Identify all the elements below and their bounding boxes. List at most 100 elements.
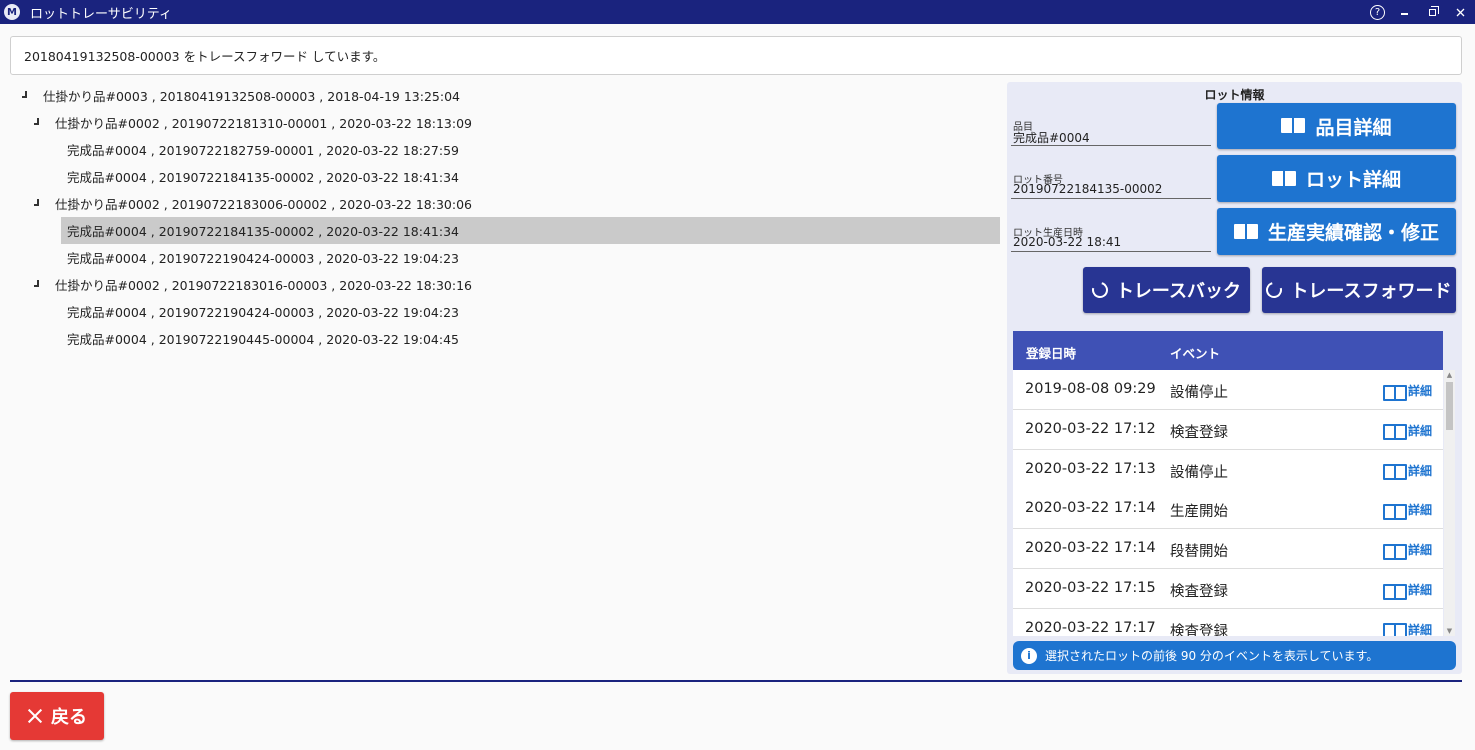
status-message: 20180419132508-00003 をトレースフォワード しています。 [24,49,386,64]
event-row[interactable]: 2020-03-22 17:14 段替開始 詳細 [1013,529,1443,570]
tree-node-label: 仕掛かり品#0002 , 20190722183006-00002 , 2020… [55,197,472,212]
event-info-bar: i 選択されたロットの前後 90 分のイベントを表示しています。 [1013,641,1456,670]
event-name: 検査登録 [1170,584,1228,600]
event-table-header: 登録日時 イベント [1013,331,1443,370]
trace-forward-label: トレースフォワード [1290,281,1452,302]
tree-node[interactable]: 完成品#0004 , 20190722190424-00003 , 2020-0… [10,244,1000,271]
lot-tree: 仕掛かり品#0003 , 20180419132508-00003 , 2018… [10,82,1002,362]
tree-node[interactable]: 仕掛かり品#0002 , 20190722183016-00003 , 2020… [10,271,1000,298]
book-icon [1383,583,1407,600]
tree-node-label: 仕掛かり品#0003 , 20180419132508-00003 , 2018… [43,89,460,104]
event-row[interactable]: 2019-08-08 09:29 設備停止 詳細 [1013,370,1443,410]
book-icon [1271,170,1298,188]
tree-node-label: 仕掛かり品#0002 , 20190722183016-00003 , 2020… [55,278,472,293]
tree-node[interactable]: 完成品#0004 , 20190722184135-00002 , 2020-0… [61,217,1000,244]
event-row[interactable]: 2020-03-22 17:13 設備停止 詳細 [1013,449,1443,490]
lot-info-panel: ロット情報 品目 完成品#0004 ロット番号 20190722184135-0… [1007,82,1462,674]
scroll-down-icon[interactable]: ▼ [1444,626,1455,636]
event-name: 検査登録 [1170,623,1228,636]
close-icon [1456,8,1464,16]
close-button[interactable] [1451,3,1469,21]
event-name: 設備停止 [1170,385,1228,401]
restore-button[interactable] [1423,3,1441,21]
app-logo-icon: M [4,4,20,20]
production-date-value: 2020-03-22 18:41 [1013,235,1122,249]
trace-back-button[interactable]: トレースバック [1083,267,1250,313]
tree-node-label: 仕掛かり品#0002 , 20190722181310-00001 , 2020… [55,116,472,131]
book-icon [1383,423,1407,441]
trace-back-label: トレースバック [1115,281,1242,302]
tree-node-label: 完成品#0004 , 20190722190424-00003 , 2020-0… [67,251,459,266]
event-row[interactable]: 2020-03-22 17:14 生産開始 詳細 [1013,489,1443,530]
scroll-up-icon[interactable]: ▲ [1444,370,1455,380]
tree-collapse-icon[interactable] [34,118,42,126]
book-icon [1233,223,1260,241]
lot-number-value: 20190722184135-00002 [1013,182,1163,196]
tree-node[interactable]: 仕掛かり品#0002 , 20190722181310-00001 , 2020… [10,109,1000,136]
book-icon [1383,622,1407,636]
lot-info-title: ロット情報 [1204,88,1265,102]
item-detail-button[interactable]: 品目詳細 [1217,103,1456,149]
tree-node[interactable]: 仕掛かり品#0002 , 20190722183006-00002 , 2020… [10,190,1000,217]
minimize-button[interactable] [1395,3,1413,21]
event-name: 段替開始 [1170,544,1228,561]
footer-divider [10,680,1462,682]
book-icon [1383,503,1407,520]
event-detail-link[interactable]: 詳細 [1383,501,1433,520]
tree-collapse-icon[interactable] [34,280,42,288]
item-detail-label: 品目詳細 [1315,116,1392,139]
tree-node[interactable]: 完成品#0004 , 20190722190424-00003 , 2020-0… [10,298,1000,325]
lot-number-underline [1011,198,1211,199]
scroll-thumb[interactable] [1446,382,1453,430]
help-icon[interactable]: ? [1370,4,1385,20]
book-icon [1383,463,1407,481]
event-detail-label: 詳細 [1408,423,1433,438]
event-detail-label: 詳細 [1408,543,1433,558]
tree-node-label: 完成品#0004 , 20190722190445-00004 , 2020-0… [67,332,459,347]
tree-node[interactable]: 完成品#0004 , 20190722182759-00001 , 2020-0… [10,136,1000,163]
event-table-body[interactable]: 2019-08-08 09:29 設備停止 詳細 2020-03-22 17:12 検査… [1013,370,1443,636]
lot-detail-label: ロット詳細 [1305,169,1401,191]
restore-icon [1428,5,1439,16]
event-detail-link[interactable]: 詳細 [1383,462,1432,481]
event-row[interactable]: 2020-03-22 17:12 検査登録 詳細 [1013,409,1443,450]
tree-node-label: 完成品#0004 , 20190722182759-00001 , 2020-0… [67,143,459,158]
tree-node[interactable]: 完成品#0004 , 20190722190445-00004 , 2020-0… [10,325,1000,352]
event-detail-link[interactable]: 詳細 [1383,382,1432,401]
book-icon [1383,543,1407,560]
event-date: 2020-03-22 17:17 [1025,619,1156,636]
lot-detail-button[interactable]: ロット詳細 [1217,155,1456,202]
production-date-underline [1011,251,1211,252]
tree-node[interactable]: 完成品#0004 , 20190722184135-00002 , 2020-0… [10,163,1000,190]
event-date: 2020-03-22 17:14 [1025,500,1156,517]
trace-forward-button[interactable]: トレースフォワード [1262,267,1456,313]
status-message-box: 20180419132508-00003 をトレースフォワード しています。 [10,36,1462,75]
window-title: ロットトレーサビリティ [30,6,172,22]
back-button[interactable]: 戻る [10,692,104,740]
event-row[interactable]: 2020-03-22 17:15 検査登録 詳細 [1013,569,1443,609]
event-scrollbar[interactable]: ▲ ▼ [1444,370,1455,636]
tree-collapse-icon[interactable] [34,199,42,207]
title-bar: M ロットトレーサビリティ ? [0,0,1475,24]
production-confirm-button[interactable]: 生産実績確認・修正 [1217,208,1456,255]
minimize-icon [1400,13,1408,15]
event-row[interactable]: 2020-03-22 17:17 検査登録 詳細 [1013,608,1443,636]
tree-collapse-icon[interactable] [22,91,30,99]
info-icon: i [1021,647,1037,664]
header-event: イベント [1170,346,1221,361]
event-detail-link[interactable]: 詳細 [1383,541,1433,560]
tree-node[interactable]: 仕掛かり品#0003 , 20180419132508-00003 , 2018… [10,82,1000,109]
event-detail-label: 詳細 [1408,622,1433,636]
production-confirm-label: 生産実績確認・修正 [1267,222,1439,244]
event-detail-link[interactable]: 詳細 [1383,581,1433,600]
book-icon [1281,117,1307,135]
event-detail-link[interactable]: 詳細 [1383,621,1432,636]
back-label: 戻る [51,707,87,728]
event-name: 設備停止 [1170,464,1228,481]
event-detail-label: 詳細 [1408,503,1433,518]
event-detail-link[interactable]: 詳細 [1383,422,1433,441]
event-detail-label: 詳細 [1408,583,1433,597]
event-date: 2020-03-22 17:13 [1025,460,1156,477]
tree-node-label: 完成品#0004 , 20190722184135-00002 , 2020-0… [67,224,459,239]
event-date: 2020-03-22 17:15 [1025,580,1156,596]
